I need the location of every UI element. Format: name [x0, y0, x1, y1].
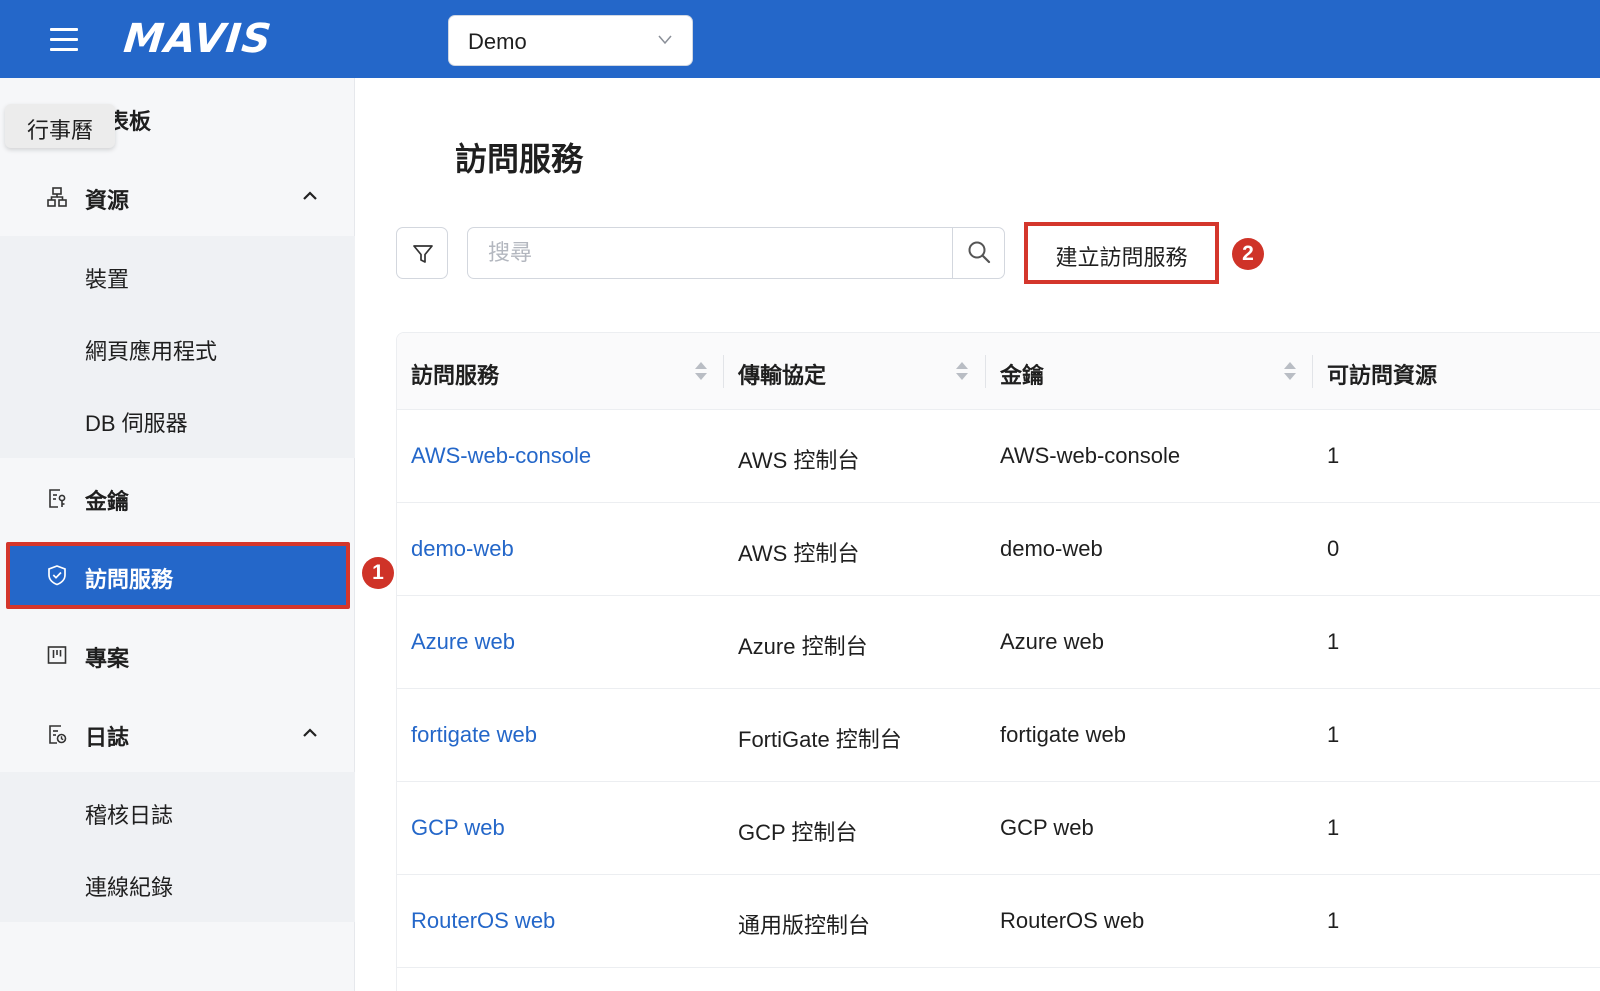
service-name-link[interactable]: AWS-web-console	[411, 443, 591, 469]
access-services-table: 訪問服務 傳輸協定 金鑰 可訪問資源 AWS-web-console AWS 控…	[396, 332, 1600, 991]
sidebar-item-label: 裝置	[85, 267, 130, 292]
sitemap-icon	[47, 187, 67, 207]
sidebar-item-access-services[interactable]: 訪問服務	[6, 542, 350, 609]
tenant-select[interactable]: Demo	[448, 15, 693, 66]
chevron-up-icon[interactable]	[302, 188, 318, 204]
key-cell: GCP web	[1000, 815, 1094, 840]
top-header: MAVIS Demo	[0, 0, 1600, 78]
resources-count-cell: 1	[1327, 443, 1340, 468]
sidebar-item-db-servers[interactable]: DB 伺服器	[0, 389, 355, 449]
search-button[interactable]	[952, 228, 1004, 278]
sidebar-item-label: 資源	[85, 188, 130, 213]
key-cell: Azure web	[1000, 629, 1104, 654]
sidebar-item-audit-logs[interactable]: 稽核日誌	[0, 781, 355, 841]
create-access-service-button[interactable]: 建立訪問服務	[1024, 222, 1219, 284]
service-name-link[interactable]: GCP web	[411, 815, 505, 841]
shield-check-icon	[48, 565, 66, 586]
sidebar-item-label: DB 伺服器	[85, 411, 188, 436]
table-row: GCP web GCP 控制台 GCP web 1	[397, 782, 1600, 875]
column-header-label: 訪問服務	[411, 363, 500, 388]
table-row: AWS-web-console AWS 控制台 AWS-web-console …	[397, 410, 1600, 503]
chevron-down-icon	[658, 35, 672, 45]
sidebar-item-resources[interactable]: 資源	[0, 165, 355, 229]
protocol-cell: AWS 控制台	[738, 541, 860, 566]
key-cell: AWS-web-console	[1000, 443, 1181, 468]
protocol-cell: Azure 控制台	[738, 634, 868, 659]
column-header-label: 可訪問資源	[1327, 363, 1438, 388]
service-name-link[interactable]: RouterOS web	[411, 908, 555, 934]
sidebar-item-connection-records[interactable]: 連線紀錄	[0, 853, 355, 913]
step-badge-2: 2	[1232, 238, 1264, 270]
service-name-link[interactable]: demo-web	[411, 536, 514, 562]
column-header-label: 傳輸協定	[738, 363, 827, 388]
protocol-cell: FortiGate 控制台	[738, 727, 902, 752]
search-box	[467, 227, 1005, 279]
sidebar-item-keys[interactable]: 金鑰	[0, 466, 355, 530]
service-name-link[interactable]: Azure web	[411, 629, 515, 655]
sidebar-item-label: 連線紀錄	[85, 875, 174, 900]
resources-count-cell: 1	[1327, 722, 1340, 747]
filter-button[interactable]	[396, 227, 448, 279]
service-name-link[interactable]: fortigate web	[411, 722, 537, 748]
sidebar-item-devices[interactable]: 裝置	[0, 245, 355, 305]
sidebar-item-label: 網頁應用程式	[85, 339, 218, 364]
table-header: 訪問服務 傳輸協定 金鑰 可訪問資源	[397, 333, 1600, 410]
column-header-resources: 可訪問資源	[1313, 333, 1600, 410]
log-file-icon	[49, 725, 67, 744]
column-header-name[interactable]: 訪問服務	[397, 333, 724, 410]
sort-icon[interactable]	[955, 360, 969, 382]
sidebar-item-label: 日誌	[85, 725, 130, 750]
key-file-icon	[49, 489, 66, 508]
sidebar-item-web-apps[interactable]: 網頁應用程式	[0, 317, 355, 377]
key-cell: RouterOS web	[1000, 908, 1145, 933]
sidebar-item-logs[interactable]: 日誌	[0, 702, 355, 766]
sidebar: 儀表板 資源 裝置 網頁應用程式 DB 伺服器 金鑰 訪問服務 專案 日誌 稽核…	[0, 78, 355, 991]
filter-icon	[413, 245, 433, 263]
app-logo[interactable]: MAVIS	[122, 16, 275, 62]
sidebar-tooltip: 行事曆	[5, 104, 116, 148]
menu-icon[interactable]	[50, 26, 80, 52]
chevron-up-icon[interactable]	[302, 725, 318, 741]
resources-count-cell: 1	[1327, 629, 1340, 654]
key-cell: demo-web	[1000, 536, 1103, 561]
table-row: RouterOS web 通用版控制台 RouterOS web 1	[397, 875, 1600, 968]
protocol-cell: 通用版控制台	[738, 913, 871, 938]
tenant-select-value: Demo	[468, 29, 527, 54]
protocol-cell: AWS 控制台	[738, 448, 860, 473]
sidebar-item-label: 專案	[85, 646, 130, 671]
sort-icon[interactable]	[1283, 360, 1297, 382]
table-row: demo-web AWS 控制台 demo-web 0	[397, 503, 1600, 596]
resources-count-cell: 0	[1327, 536, 1340, 561]
sidebar-item-projects[interactable]: 專案	[0, 623, 355, 687]
kanban-icon	[47, 646, 67, 664]
column-header-protocol[interactable]: 傳輸協定	[724, 333, 986, 410]
page-title: 訪問服務	[455, 141, 584, 177]
sidebar-item-label: 金鑰	[85, 489, 130, 514]
sort-icon[interactable]	[694, 360, 708, 382]
search-icon	[968, 241, 991, 264]
table-row: Azure web Azure 控制台 Azure web 1	[397, 596, 1600, 689]
search-input[interactable]	[469, 229, 952, 277]
resources-count-cell: 1	[1327, 908, 1340, 933]
resources-count-cell: 1	[1327, 815, 1340, 840]
table-row: fortigate web FortiGate 控制台 fortigate we…	[397, 689, 1600, 782]
sidebar-item-label: 稽核日誌	[85, 803, 174, 828]
sidebar-item-label: 訪問服務	[85, 567, 174, 592]
column-header-label: 金鑰	[1000, 363, 1045, 388]
key-cell: fortigate web	[1000, 722, 1126, 747]
column-header-key[interactable]: 金鑰	[986, 333, 1313, 410]
create-button-label: 建立訪問服務	[1055, 245, 1188, 270]
protocol-cell: GCP 控制台	[738, 820, 858, 845]
step-badge-1: 1	[362, 557, 394, 589]
